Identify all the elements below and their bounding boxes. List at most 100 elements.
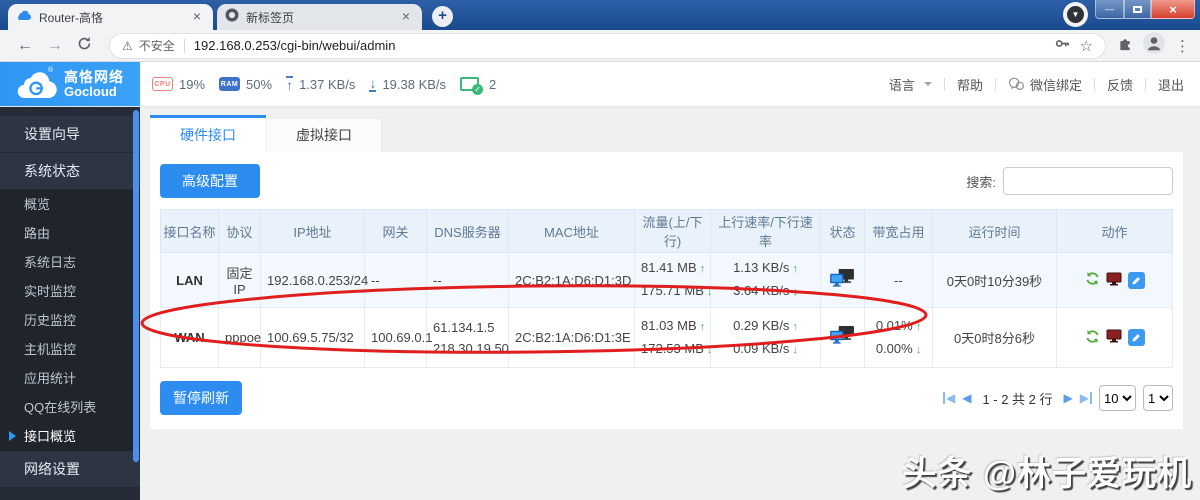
online-devices-icon bbox=[460, 77, 479, 91]
col-uptime: 运行时间 bbox=[933, 210, 1057, 253]
close-tab-icon[interactable] bbox=[189, 9, 205, 25]
last-page-icon[interactable] bbox=[1080, 392, 1092, 404]
col-gateway: 网关 bbox=[365, 210, 427, 253]
profile-avatar-icon[interactable] bbox=[1143, 32, 1165, 59]
wan-name-cell: WAN bbox=[161, 308, 219, 368]
edit-icon[interactable] bbox=[1128, 272, 1145, 289]
col-dns: DNS服务器 bbox=[427, 210, 509, 253]
wan-dns-cell: 61.134.1.5 218.30.19.50 bbox=[427, 308, 509, 368]
disconnect-monitor-icon[interactable] bbox=[1106, 329, 1122, 346]
sidebar-item-qq-online-list[interactable]: QQ在线列表 bbox=[0, 393, 140, 422]
media-down-arrow-icon bbox=[1067, 6, 1084, 23]
sidebar-item-history-monitor[interactable]: 历史监控 bbox=[0, 306, 140, 335]
col-actions: 动作 bbox=[1057, 210, 1173, 253]
advanced-config-button[interactable]: 高级配置 bbox=[160, 164, 260, 198]
disconnect-monitor-icon[interactable] bbox=[1106, 272, 1122, 289]
up-arrow-icon bbox=[792, 263, 798, 275]
col-bandwidth: 带宽占用 bbox=[865, 210, 933, 253]
sidebar-section-system-status[interactable]: 系统状态 bbox=[0, 153, 140, 190]
edit-icon[interactable] bbox=[1128, 329, 1145, 346]
sidebar-item-overview[interactable]: 概览 bbox=[0, 190, 140, 219]
browser-tab-router[interactable]: Router-高恪 bbox=[8, 4, 213, 30]
gocloud-logo[interactable]: ® 高恪网络 Gocloud bbox=[0, 62, 140, 106]
table-header-row: 接口名称 协议 IP地址 网关 DNS服务器 MAC地址 流量(上/下行) 上行… bbox=[161, 210, 1173, 253]
lan-actions-cell bbox=[1057, 253, 1173, 308]
ram-icon: RAM bbox=[219, 77, 240, 91]
wan-status-cell bbox=[821, 308, 865, 368]
tab-title: 新标签页 bbox=[246, 9, 398, 26]
interface-tabs: 硬件接口 虚拟接口 bbox=[150, 107, 1200, 152]
refresh-icon[interactable] bbox=[1085, 329, 1100, 347]
language-menu[interactable]: 语言 bbox=[889, 75, 932, 94]
wan-rate-cell: 0.29 KB/s 0.09 KB/s bbox=[711, 308, 821, 368]
minimize-button[interactable] bbox=[1095, 0, 1124, 19]
forward-icon[interactable] bbox=[47, 37, 63, 55]
lan-status-cell bbox=[821, 253, 865, 308]
table-row-lan[interactable]: LAN 固定IP 192.168.0.253/24 -- -- 2C:B2:1A… bbox=[161, 253, 1173, 308]
gocloud-favicon-icon bbox=[16, 8, 32, 26]
router-admin-screen: Router-高恪 新标签页 不安全 192.168.0.253/ bbox=[0, 0, 1200, 500]
wan-bandwidth-cell: 0.01% 0.00% bbox=[865, 308, 933, 368]
window-controls bbox=[1095, 0, 1195, 19]
media-controls-button[interactable] bbox=[1063, 2, 1088, 27]
sidebar-item-app-stats[interactable]: 应用统计 bbox=[0, 364, 140, 393]
refresh-icon[interactable] bbox=[1085, 271, 1100, 289]
wan-actions-cell bbox=[1057, 308, 1173, 368]
wechat-bind-link[interactable]: 微信绑定 bbox=[1008, 75, 1082, 94]
col-traffic: 流量(上/下行) bbox=[635, 210, 711, 253]
sidebar-item-system-log[interactable]: 系统日志 bbox=[0, 248, 140, 277]
address-input[interactable]: 不安全 192.168.0.253/cgi-bin/webui/admin bbox=[109, 33, 1106, 59]
wan-gateway-cell: 100.69.0.1 bbox=[365, 308, 427, 368]
help-link[interactable]: 帮助 bbox=[957, 75, 983, 94]
new-tab-button[interactable] bbox=[432, 6, 453, 27]
prev-page-icon[interactable] bbox=[962, 392, 971, 404]
sidebar-item-realtime-monitor[interactable]: 实时监控 bbox=[0, 277, 140, 306]
reload-icon[interactable] bbox=[77, 36, 92, 56]
tab-title: Router-高恪 bbox=[39, 9, 189, 26]
system-stats: CPU 19% RAM 50% 1.37 KB/s 19.38 KB/s 2 bbox=[152, 62, 496, 106]
dual-monitor-status-icon bbox=[830, 269, 855, 289]
sidebar-item-interface-overview[interactable]: 接口概览 bbox=[0, 422, 140, 451]
col-name: 接口名称 bbox=[161, 210, 219, 253]
close-tab-icon[interactable] bbox=[398, 9, 414, 25]
search-input[interactable] bbox=[1003, 167, 1173, 195]
url-text: 192.168.0.253/cgi-bin/webui/admin bbox=[194, 38, 1055, 53]
sidebar-item-routing[interactable]: 路由 bbox=[0, 219, 140, 248]
lan-mac-cell: 2C:B2:1A:D6:D1:3D bbox=[509, 253, 635, 308]
next-page-icon[interactable] bbox=[1064, 392, 1073, 404]
upload-arrow-icon bbox=[286, 76, 293, 92]
interface-panel: 高级配置 搜索: 接口名称 协议 bbox=[150, 152, 1183, 429]
sidebar-section-setup-wizard[interactable]: 设置向导 bbox=[0, 116, 140, 153]
table-row-wan[interactable]: WAN pppoe 100.69.5.75/32 100.69.0.1 61.1… bbox=[161, 308, 1173, 368]
browser-tab-newtab[interactable]: 新标签页 bbox=[217, 4, 422, 30]
feedback-link[interactable]: 反馈 bbox=[1107, 75, 1133, 94]
browser-tab-strip: Router-高恪 新标签页 bbox=[0, 0, 1200, 30]
logout-link[interactable]: 退出 bbox=[1158, 75, 1184, 94]
sidebar-item-host-monitor[interactable]: 主机监控 bbox=[0, 335, 140, 364]
page-select[interactable]: 1 bbox=[1143, 385, 1173, 411]
sidebar-scrollbar[interactable] bbox=[133, 110, 139, 462]
cpu-icon: CPU bbox=[152, 77, 173, 91]
tab-virtual-interface[interactable]: 虚拟接口 bbox=[266, 118, 382, 152]
not-secure-warning-icon[interactable] bbox=[122, 39, 133, 53]
sidebar-section-network-settings[interactable]: 网络设置 bbox=[0, 451, 140, 488]
extensions-puzzle-icon[interactable] bbox=[1118, 36, 1133, 56]
browser-menu-icon[interactable] bbox=[1175, 37, 1190, 55]
down-arrow-icon bbox=[916, 344, 922, 356]
page-size-select[interactable]: 10 bbox=[1099, 385, 1136, 411]
first-page-icon[interactable] bbox=[943, 392, 955, 404]
cpu-value: 19% bbox=[179, 77, 205, 92]
password-key-icon[interactable] bbox=[1055, 37, 1070, 55]
newtab-favicon-icon bbox=[225, 8, 239, 27]
tab-hardware-interface[interactable]: 硬件接口 bbox=[150, 115, 266, 152]
back-icon[interactable] bbox=[17, 37, 33, 55]
download-speed: 19.38 KB/s bbox=[382, 77, 446, 92]
lan-traffic-cell: 81.41 MB 175.71 MB bbox=[635, 253, 711, 308]
maximize-button[interactable] bbox=[1124, 0, 1151, 19]
bookmark-star-icon[interactable] bbox=[1080, 37, 1093, 55]
close-window-button[interactable] bbox=[1151, 0, 1195, 19]
pause-refresh-button[interactable]: 暂停刷新 bbox=[160, 381, 242, 415]
col-ip: IP地址 bbox=[261, 210, 365, 253]
sidebar-nav: 设置向导 系统状态 概览 路由 系统日志 实时监控 历史监控 主机监控 应用统计… bbox=[0, 107, 140, 500]
lan-dns-cell: -- bbox=[427, 253, 509, 308]
